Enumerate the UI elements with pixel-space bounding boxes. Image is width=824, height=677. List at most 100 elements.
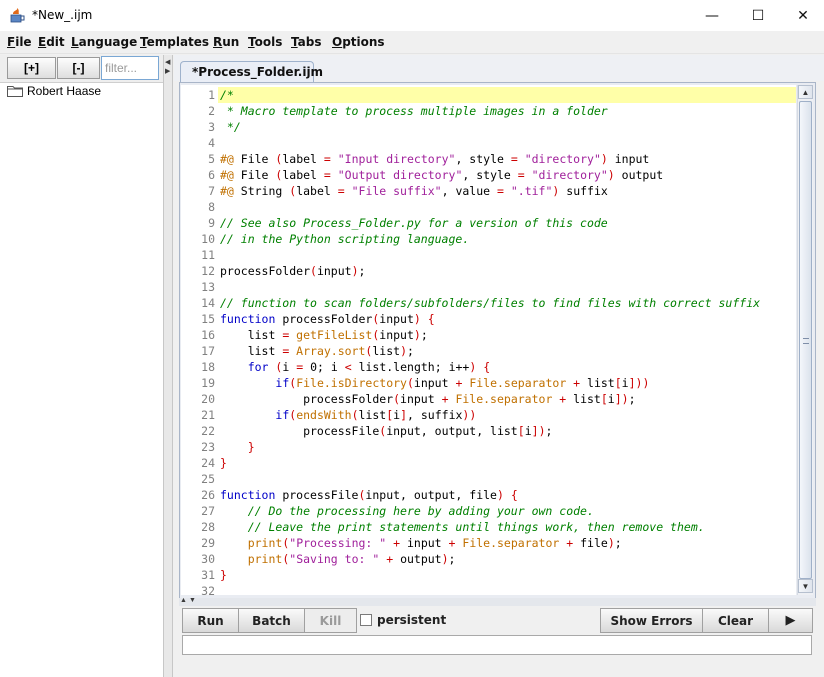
line-number: 13 — [201, 280, 215, 294]
code-line[interactable]: 21 if(endsWith(list[i], suffix)) — [181, 407, 796, 423]
code-text: processFolder(input); — [220, 264, 366, 278]
line-number: 6 — [208, 168, 215, 182]
line-number: 30 — [201, 552, 215, 566]
code-text: #@ File (label = "Output directory", sty… — [220, 168, 664, 182]
code-line[interactable]: 13 — [181, 279, 796, 295]
code-line[interactable]: 20 processFolder(input + File.separator … — [181, 391, 796, 407]
collapse-up-icon[interactable]: ▲ — [180, 597, 187, 604]
code-line[interactable]: 12 processFolder(input); — [181, 263, 796, 279]
window-title: *New_.ijm — [32, 8, 93, 22]
code-line[interactable]: 6 #@ File (label = "Output directory", st… — [181, 167, 796, 183]
code-line[interactable]: 24} — [181, 455, 796, 471]
code-line[interactable]: 7 #@ String (label = "File suffix", value… — [181, 183, 796, 199]
persistent-checkbox[interactable] — [360, 614, 372, 626]
close-button[interactable]: ✕ — [780, 0, 824, 31]
code-text: #@ String (label = "File suffix", value … — [220, 184, 608, 198]
expand-right-icon[interactable]: ▶ — [165, 68, 170, 75]
persistent-toggle[interactable]: persistent — [360, 613, 446, 627]
code-line[interactable]: 22 processFile(input, output, list[i]); — [181, 423, 796, 439]
line-number: 18 — [201, 360, 215, 374]
play-icon[interactable]: ▶ — [768, 608, 813, 633]
code-editor[interactable]: 1/* 2 * Macro template to process multipl… — [181, 85, 796, 595]
collapse-down-icon[interactable]: ▼ — [189, 597, 196, 604]
filter-input[interactable]: filter... — [101, 56, 159, 80]
line-number: 9 — [208, 216, 215, 230]
code-line[interactable]: 3 */ — [181, 119, 796, 135]
line-number: 17 — [201, 344, 215, 358]
remove-folder-button[interactable]: [-] — [57, 57, 100, 79]
collapse-left-icon[interactable]: ◀ — [165, 59, 170, 66]
code-text: #@ File (label = "Input directory", styl… — [220, 152, 650, 166]
menu-templates[interactable]: Templates — [140, 35, 209, 49]
title-bar: *New_.ijm — ☐ ✕ — [0, 0, 824, 32]
scroll-down-icon[interactable]: ▼ — [798, 579, 813, 593]
kill-button[interactable]: Kill — [304, 608, 357, 633]
code-text: if(File.isDirectory(input + File.separat… — [275, 376, 650, 390]
code-line[interactable]: 23 } — [181, 439, 796, 455]
code-line[interactable]: 2 * Macro template to process multiple i… — [181, 103, 796, 119]
output-console[interactable] — [182, 635, 812, 655]
code-line[interactable]: 1 /* — [181, 87, 796, 103]
show-errors-button[interactable]: Show Errors — [600, 608, 703, 633]
code-line[interactable]: 32 — [181, 583, 796, 595]
grip-icon — [803, 338, 809, 344]
line-number: 26 — [201, 488, 215, 502]
line-number: 24 — [201, 456, 215, 470]
code-text: // in the Python scripting language. — [220, 232, 470, 246]
add-folder-button[interactable]: [+] — [7, 57, 56, 79]
code-text: // See also Process_Folder.py for a vers… — [220, 216, 608, 230]
code-text: if(endsWith(list[i], suffix)) — [275, 408, 477, 422]
line-number: 11 — [201, 248, 215, 262]
menu-tools[interactable]: Tools — [248, 35, 282, 49]
code-line[interactable]: 14 // function to scan folders/subfolders… — [181, 295, 796, 311]
code-line[interactable]: 17 list = Array.sort(list); — [181, 343, 796, 359]
code-line[interactable]: 26 function processFile(input, output, fi… — [181, 487, 796, 503]
line-number: 3 — [208, 120, 215, 134]
code-text: // function to scan folders/subfolders/f… — [220, 296, 761, 310]
code-text: */ — [220, 120, 241, 134]
code-line[interactable]: 15 function processFolder(input) { — [181, 311, 796, 327]
menu-tabs[interactable]: Tabs — [291, 35, 321, 49]
code-text: list = getFileList(input); — [220, 328, 428, 342]
code-line[interactable]: 29 print("Processing: " + input + File.s… — [181, 535, 796, 551]
tab-process-folder[interactable]: *Process_Folder.ijm — [180, 61, 323, 83]
code-line[interactable]: 5 #@ File (label = "Input directory", sty… — [181, 151, 796, 167]
clear-button[interactable]: Clear — [702, 608, 769, 633]
code-line[interactable]: 27 // Do the processing here by adding y… — [181, 503, 796, 519]
menu-language[interactable]: Language — [71, 35, 137, 49]
code-line[interactable]: 10 // in the Python scripting language. — [181, 231, 796, 247]
menu-options[interactable]: Options — [332, 35, 385, 49]
code-text: * Macro template to process multiple ima… — [220, 104, 608, 118]
scroll-up-icon[interactable]: ▲ — [798, 85, 813, 99]
line-number: 1 — [208, 88, 215, 102]
code-line[interactable]: 28 // Leave the print statements until t… — [181, 519, 796, 535]
menu-file[interactable]: File — [7, 35, 32, 49]
menu-edit[interactable]: Edit — [38, 35, 65, 49]
minimize-button[interactable]: — — [689, 0, 735, 31]
folder-icon — [7, 86, 23, 97]
code-line[interactable]: 25 — [181, 471, 796, 487]
code-text: } — [247, 440, 255, 454]
persistent-label: persistent — [377, 613, 447, 627]
code-line[interactable]: 16 list = getFileList(input); — [181, 327, 796, 343]
code-line[interactable]: 18 for (i = 0; i < list.length; i++) { — [181, 359, 796, 375]
code-line[interactable]: 31} — [181, 567, 796, 583]
maximize-button[interactable]: ☐ — [735, 0, 781, 31]
scrollbar-thumb[interactable] — [799, 101, 812, 579]
tree-item-label: Robert Haase — [27, 84, 102, 98]
code-line[interactable]: 30 print("Saving to: " + output); — [181, 551, 796, 567]
code-line[interactable]: 19 if(File.isDirectory(input + File.sepa… — [181, 375, 796, 391]
line-number: 15 — [201, 312, 215, 326]
editor-output-splitter[interactable]: ▲ ▼ — [179, 597, 816, 606]
run-button[interactable]: Run — [182, 608, 239, 633]
code-line[interactable]: 4 — [181, 135, 796, 151]
app-icon — [10, 8, 25, 23]
code-line[interactable]: 8 — [181, 199, 796, 215]
tree-item[interactable]: Robert Haase — [7, 83, 101, 99]
batch-button[interactable]: Batch — [238, 608, 305, 633]
code-line[interactable]: 11 — [181, 247, 796, 263]
vertical-scrollbar[interactable]: ▲ ▼ — [797, 85, 813, 595]
menu-run[interactable]: Run — [213, 35, 239, 49]
panel-splitter[interactable]: ◀ ▶ — [163, 55, 173, 677]
code-line[interactable]: 9 // See also Process_Folder.py for a ver… — [181, 215, 796, 231]
